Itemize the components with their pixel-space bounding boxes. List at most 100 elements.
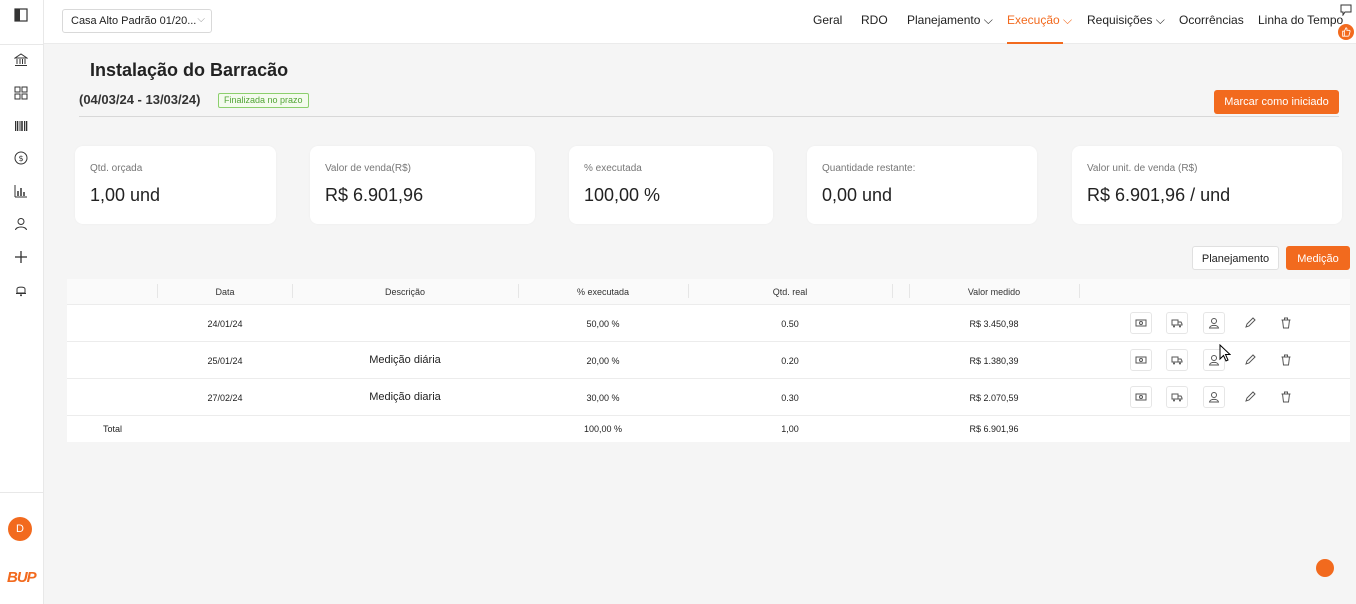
cell-qtd-real: 0.20 xyxy=(781,356,799,366)
chevron-down-icon: ⌵ xyxy=(983,13,993,27)
nav-rdo[interactable]: RDO xyxy=(861,13,888,27)
card-label: Valor unit. de venda (R$) xyxy=(1087,163,1198,174)
column-separator xyxy=(1079,284,1080,298)
card-percent-executada: % executada 100,00 % xyxy=(569,146,773,224)
bar-chart-icon[interactable] xyxy=(12,182,30,200)
trash-icon[interactable] xyxy=(1275,349,1297,371)
chevron-down-icon: ⌵ xyxy=(1063,13,1073,27)
table-row: 24/01/24 50,00 % 0.50 R$ 3.450,98 xyxy=(67,305,1350,342)
worker-icon[interactable] xyxy=(1203,312,1225,334)
edit-icon[interactable] xyxy=(1239,312,1261,334)
truck-icon[interactable] xyxy=(1166,312,1188,334)
trash-icon[interactable] xyxy=(1275,386,1297,408)
chat-help-icon[interactable] xyxy=(1316,559,1334,577)
page-title: Instalação do Barracão xyxy=(90,60,289,80)
nav-requisicoes[interactable]: Requisições ⌵ xyxy=(1087,13,1165,28)
edit-icon[interactable] xyxy=(1239,386,1261,408)
total-valor-medido: R$ 6.901,96 xyxy=(969,424,1019,434)
truck-icon[interactable] xyxy=(1166,386,1188,408)
card-value: 1,00 und xyxy=(90,185,161,205)
nav-ocorrencias[interactable]: Ocorrências xyxy=(1179,13,1244,27)
worker-icon[interactable] xyxy=(1203,386,1225,408)
cell-valor-medido: R$ 3.450,98 xyxy=(969,319,1019,329)
card-label: % executada xyxy=(584,163,642,174)
header-executada: % executada xyxy=(576,287,630,297)
bell-icon[interactable] xyxy=(12,281,30,299)
card-valor-venda: Valor de venda(R$) R$ 6.901,96 xyxy=(310,146,535,224)
dollar-icon[interactable]: $ xyxy=(12,149,30,167)
tab-medicao[interactable]: Medição xyxy=(1286,246,1350,270)
project-select-value: Casa Alto Padrão 01/20... xyxy=(71,15,197,27)
table-row: 27/02/24 Medição diaria 30,00 % 0.30 R$ … xyxy=(67,379,1350,416)
nav-requisicoes-label: Requisições xyxy=(1087,13,1153,27)
mark-as-started-button[interactable]: Marcar como iniciado xyxy=(1214,90,1339,114)
table-header: Data Descrição % executada Qtd. real Val… xyxy=(67,279,1350,305)
chevron-down-icon: ⌵ xyxy=(1155,13,1165,27)
table-row: 25/01/24 Medição diária 20,00 % 0.20 R$ … xyxy=(67,342,1350,379)
truck-icon[interactable] xyxy=(1166,349,1188,371)
total-qtd-real: 1,00 xyxy=(781,424,799,434)
nav-geral[interactable]: Geral xyxy=(813,13,842,27)
thumbs-up-icon[interactable] xyxy=(1338,24,1354,40)
card-value: 100,00 % xyxy=(584,185,661,205)
nav-planejamento-label: Planejamento xyxy=(907,13,981,27)
card-value: R$ 6.901,96 xyxy=(325,185,424,205)
cell-descricao: Medição diária xyxy=(369,354,441,366)
barcode-icon[interactable] xyxy=(12,117,30,135)
money-icon[interactable] xyxy=(1130,349,1152,371)
money-icon[interactable] xyxy=(1130,386,1152,408)
cell-executada: 30,00 % xyxy=(586,393,620,403)
sidebar-divider xyxy=(0,44,44,45)
card-label: Valor de venda(R$) xyxy=(325,163,411,174)
trash-icon[interactable] xyxy=(1275,312,1297,334)
edit-icon[interactable] xyxy=(1239,349,1261,371)
comment-icon[interactable] xyxy=(1340,4,1352,16)
plus-icon[interactable] xyxy=(12,248,30,266)
cell-qtd-real: 0.50 xyxy=(781,319,799,329)
status-badge: Finalizada no prazo xyxy=(218,93,309,108)
dashboard-grid-icon[interactable] xyxy=(12,84,30,102)
date-range: (04/03/24 - 13/03/24) xyxy=(79,92,201,107)
cell-executada: 50,00 % xyxy=(586,319,620,329)
card-value: 0,00 und xyxy=(822,185,893,205)
card-valor-unit: Valor unit. de venda (R$) R$ 6.901,96 / … xyxy=(1072,146,1342,224)
nav-planejamento[interactable]: Planejamento ⌵ xyxy=(907,13,993,28)
column-separator xyxy=(892,284,893,298)
card-quantidade-restante: Quantidade restante: 0,00 und xyxy=(807,146,1037,224)
cell-data: 24/01/24 xyxy=(207,319,243,329)
nav-execucao-label: Execução xyxy=(1007,13,1060,27)
collapse-sidebar-icon[interactable] xyxy=(12,6,30,24)
chevron-down-icon: ⌵ xyxy=(197,14,205,25)
card-value: R$ 6.901,96 / und xyxy=(1087,185,1231,205)
active-nav-indicator xyxy=(1007,42,1063,44)
nav-execucao[interactable]: Execução ⌵ xyxy=(1007,13,1072,28)
money-icon[interactable] xyxy=(1130,312,1152,334)
bank-icon[interactable] xyxy=(12,51,30,69)
avatar[interactable]: D xyxy=(8,517,32,541)
mouse-cursor-icon xyxy=(1219,344,1231,362)
user-icon[interactable] xyxy=(12,215,30,233)
header-divider xyxy=(79,116,1339,117)
sidebar: $ D BUP xyxy=(0,0,44,604)
header-qtd-real: Qtd. real xyxy=(772,287,808,297)
header-valor-medido: Valor medido xyxy=(967,287,1021,297)
card-label: Quantidade restante: xyxy=(822,163,916,174)
cell-executada: 20,00 % xyxy=(586,356,620,366)
cell-valor-medido: R$ 1.380,39 xyxy=(969,356,1019,366)
nav-linha-do-tempo[interactable]: Linha do Tempo xyxy=(1258,13,1343,27)
total-executada: 100,00 % xyxy=(583,424,623,434)
cell-qtd-real: 0.30 xyxy=(781,393,799,403)
project-select[interactable]: Casa Alto Padrão 01/20... ⌵ xyxy=(62,9,212,33)
cell-data: 27/02/24 xyxy=(207,393,243,403)
measurements-table: Data Descrição % executada Qtd. real Val… xyxy=(67,279,1350,442)
cell-descricao: Medição diaria xyxy=(369,391,441,403)
total-label: Total xyxy=(103,424,123,434)
cell-data: 25/01/24 xyxy=(207,356,243,366)
header-data: Data xyxy=(215,287,235,297)
card-qtd-orcada: Qtd. orçada 1,00 und xyxy=(75,146,276,224)
sidebar-divider xyxy=(0,492,44,493)
brand-logo: BUP xyxy=(7,569,37,586)
card-label: Qtd. orçada xyxy=(90,163,143,174)
tab-planejamento[interactable]: Planejamento xyxy=(1192,246,1279,270)
svg-text:$: $ xyxy=(18,154,23,163)
